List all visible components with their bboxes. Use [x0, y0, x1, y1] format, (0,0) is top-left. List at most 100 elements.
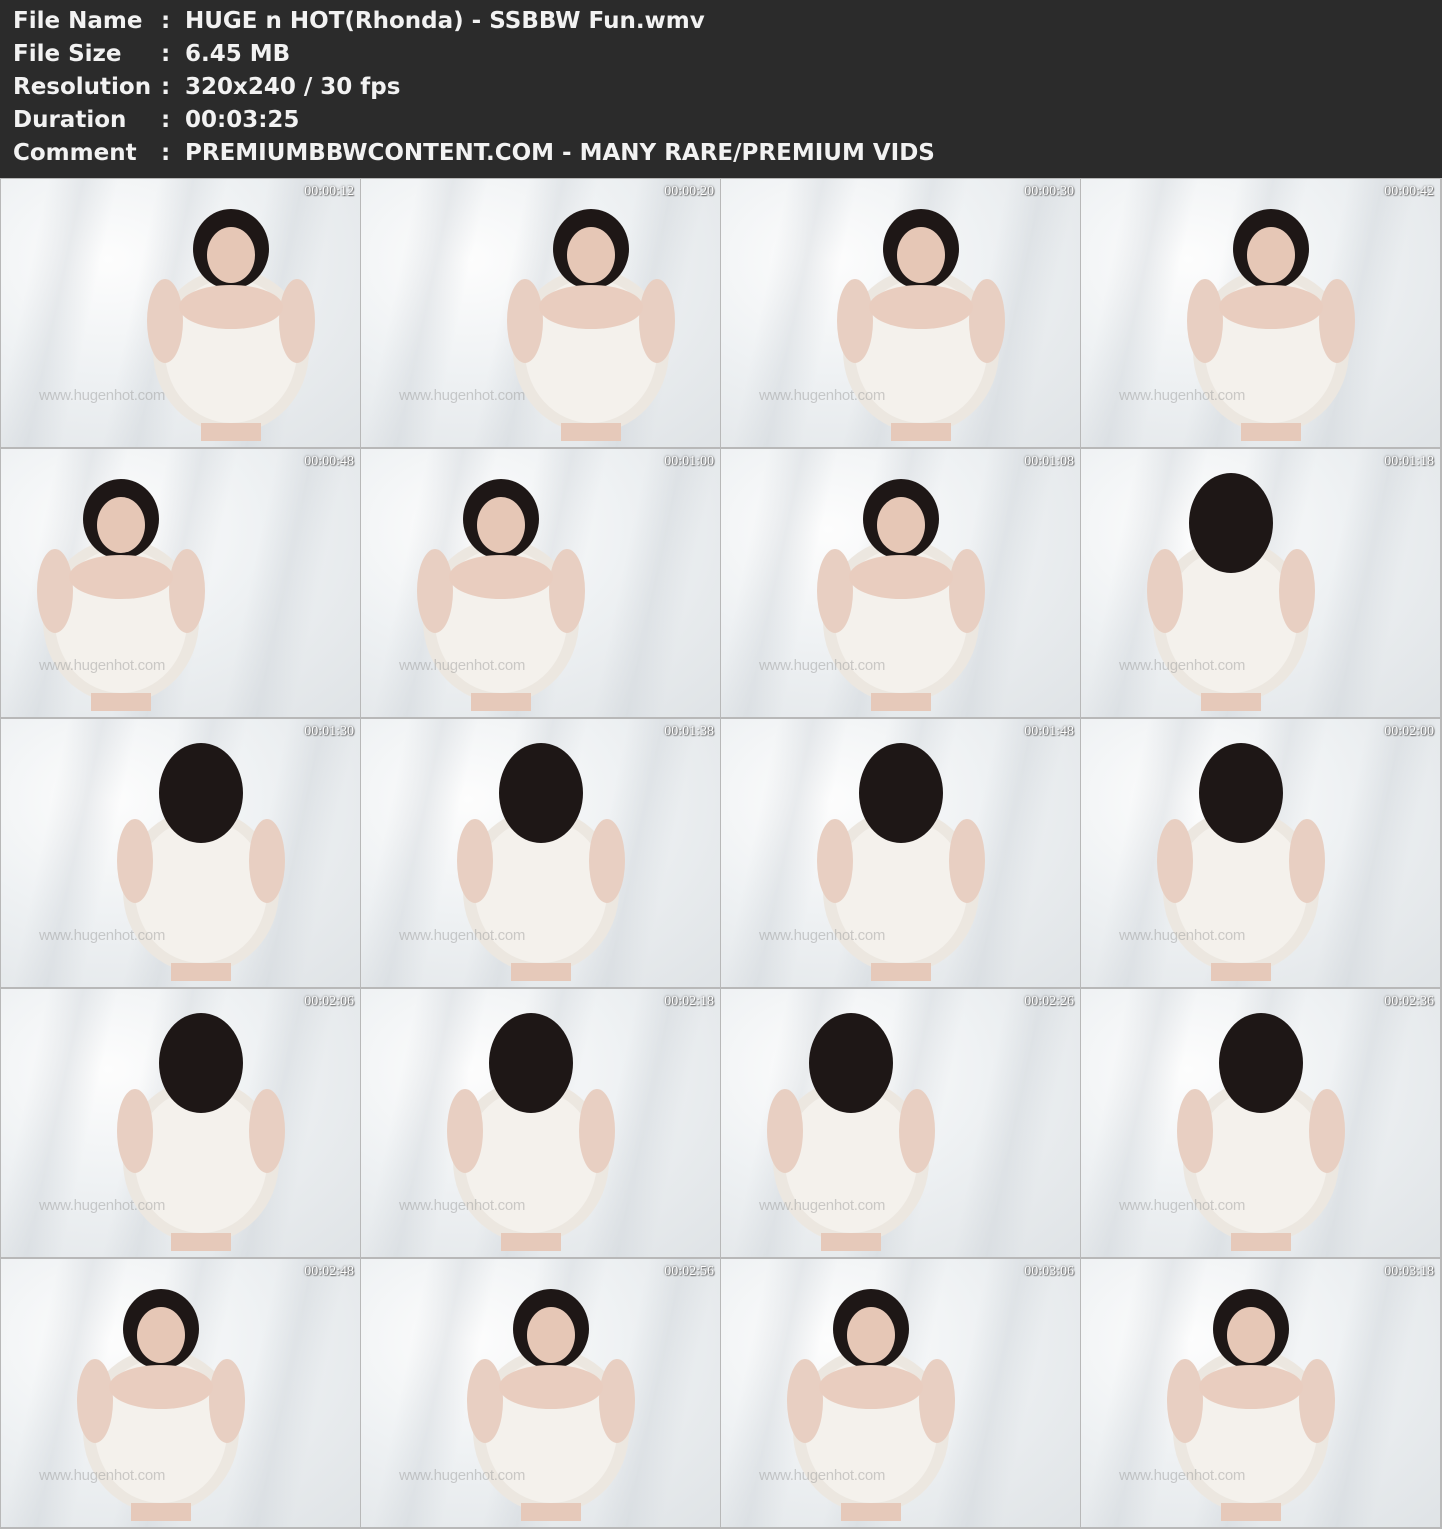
figure-silhouette	[417, 479, 585, 711]
watermark-text: www.hugenhot.com	[1119, 1197, 1246, 1214]
watermark-text: www.hugenhot.com	[1119, 1467, 1246, 1484]
info-value: 6.45 MB	[185, 40, 291, 67]
backdrop-fold	[951, 989, 1080, 1257]
thumbnail-frame: www.hugenhot.com 00:00:48	[1, 449, 360, 717]
watermark-text: www.hugenhot.com	[759, 657, 886, 674]
thumbnail-frame: www.hugenhot.com 00:02:56	[361, 1259, 720, 1527]
watermark-text: www.hugenhot.com	[39, 387, 166, 404]
frame-timestamp: 00:03:06	[1024, 1264, 1074, 1279]
watermark-text: www.hugenhot.com	[759, 927, 886, 944]
figure-silhouette	[1187, 209, 1355, 441]
figure-silhouette	[837, 209, 1005, 441]
frame-timestamp: 00:00:12	[304, 184, 354, 199]
watermark-text: www.hugenhot.com	[399, 927, 526, 944]
info-colon: :	[161, 7, 171, 34]
figure-silhouette	[787, 1289, 955, 1521]
info-row-file-size: File Size : 6.45 MB	[13, 37, 290, 70]
info-label: File Size	[13, 40, 122, 67]
info-row-resolution: Resolution : 320x240 / 30 fps	[13, 70, 400, 103]
info-row-duration: Duration : 00:03:25	[13, 103, 299, 136]
watermark-text: www.hugenhot.com	[1119, 657, 1246, 674]
figure-silhouette	[507, 209, 675, 441]
watermark-text: www.hugenhot.com	[759, 1467, 886, 1484]
thumbnail-frame: www.hugenhot.com 00:02:36	[1081, 989, 1440, 1257]
info-colon: :	[161, 73, 171, 100]
frame-timestamp: 00:01:00	[664, 454, 714, 469]
watermark-text: www.hugenhot.com	[759, 387, 886, 404]
watermark-text: www.hugenhot.com	[1119, 927, 1246, 944]
watermark-text: www.hugenhot.com	[399, 387, 526, 404]
watermark-text: www.hugenhot.com	[399, 1197, 526, 1214]
info-label: File Name	[13, 7, 143, 34]
frame-timestamp: 00:01:08	[1024, 454, 1074, 469]
file-info-header: File Name : HUGE n HOT(Rhonda) - SSBBW F…	[0, 0, 1442, 178]
thumbnail-frame: www.hugenhot.com 00:00:20	[361, 179, 720, 447]
frame-timestamp: 00:01:30	[304, 724, 354, 739]
thumbnail-frame: www.hugenhot.com 00:00:30	[721, 179, 1080, 447]
frame-timestamp: 00:02:36	[1384, 994, 1434, 1009]
thumbnail-frame: www.hugenhot.com 00:00:12	[1, 179, 360, 447]
frame-timestamp: 00:02:48	[304, 1264, 354, 1279]
frame-timestamp: 00:02:00	[1384, 724, 1434, 739]
frame-timestamp: 00:02:56	[664, 1264, 714, 1279]
frame-timestamp: 00:02:26	[1024, 994, 1074, 1009]
frame-timestamp: 00:01:18	[1384, 454, 1434, 469]
thumbnail-frame: www.hugenhot.com 00:01:18	[1081, 449, 1440, 717]
figure-silhouette	[457, 743, 625, 981]
figure-silhouette	[37, 479, 205, 711]
thumbnail-frame: www.hugenhot.com 00:02:06	[1, 989, 360, 1257]
thumbnail-frame: www.hugenhot.com 00:01:00	[361, 449, 720, 717]
figure-silhouette	[117, 1013, 285, 1251]
frame-timestamp: 00:00:42	[1384, 184, 1434, 199]
thumbnail-grid: www.hugenhot.com 00:00:12 www.hugenhot.com…	[0, 178, 1442, 1529]
info-colon: :	[161, 106, 171, 133]
figure-silhouette	[1157, 743, 1325, 981]
thumbnail-frame: www.hugenhot.com 00:02:26	[721, 989, 1080, 1257]
watermark-text: www.hugenhot.com	[39, 657, 166, 674]
frame-timestamp: 00:00:48	[304, 454, 354, 469]
info-colon: :	[161, 139, 171, 166]
thumbnail-frame: www.hugenhot.com 00:01:48	[721, 719, 1080, 987]
thumbnail-frame: www.hugenhot.com 00:02:18	[361, 989, 720, 1257]
info-value: PREMIUMBBWCONTENT.COM - MANY RARE/PREMIU…	[185, 139, 935, 166]
backdrop-fold	[221, 449, 351, 717]
frame-timestamp: 00:02:06	[304, 994, 354, 1009]
backdrop-fold	[591, 449, 720, 717]
info-label: Resolution	[13, 73, 152, 100]
watermark-text: www.hugenhot.com	[399, 657, 526, 674]
figure-silhouette	[1147, 473, 1315, 711]
thumbnail-frame: www.hugenhot.com 00:00:42	[1081, 179, 1440, 447]
thumbnail-frame: www.hugenhot.com 00:02:00	[1081, 719, 1440, 987]
watermark-text: www.hugenhot.com	[39, 1197, 166, 1214]
info-row-file-name: File Name : HUGE n HOT(Rhonda) - SSBBW F…	[13, 4, 705, 37]
info-value: 00:03:25	[185, 106, 300, 133]
thumbnail-frame: www.hugenhot.com 00:01:38	[361, 719, 720, 987]
watermark-text: www.hugenhot.com	[759, 1197, 886, 1214]
thumbnail-frame: www.hugenhot.com 00:02:48	[1, 1259, 360, 1527]
frame-timestamp: 00:00:20	[664, 184, 714, 199]
figure-silhouette	[117, 743, 285, 981]
backdrop-fold	[361, 179, 491, 447]
thumbnail-frame: www.hugenhot.com 00:01:08	[721, 449, 1080, 717]
info-row-comment: Comment : PREMIUMBBWCONTENT.COM - MANY R…	[13, 136, 935, 169]
info-label: Duration	[13, 106, 127, 133]
frame-timestamp: 00:00:30	[1024, 184, 1074, 199]
frame-timestamp: 00:01:38	[664, 724, 714, 739]
figure-silhouette	[467, 1289, 635, 1521]
thumbnail-frame: www.hugenhot.com 00:03:18	[1081, 1259, 1440, 1527]
info-colon: :	[161, 40, 171, 67]
watermark-text: www.hugenhot.com	[39, 927, 166, 944]
figure-silhouette	[77, 1289, 245, 1521]
figure-silhouette	[767, 1013, 935, 1251]
watermark-text: www.hugenhot.com	[1119, 387, 1246, 404]
info-value: 320x240 / 30 fps	[185, 73, 401, 100]
frame-timestamp: 00:02:18	[664, 994, 714, 1009]
frame-timestamp: 00:01:48	[1024, 724, 1074, 739]
backdrop-fold	[1, 179, 121, 447]
figure-silhouette	[817, 479, 985, 711]
figure-silhouette	[1177, 1013, 1345, 1251]
figure-silhouette	[817, 743, 985, 981]
figure-silhouette	[147, 209, 315, 441]
thumbnail-frame: www.hugenhot.com 00:01:30	[1, 719, 360, 987]
watermark-text: www.hugenhot.com	[39, 1467, 166, 1484]
